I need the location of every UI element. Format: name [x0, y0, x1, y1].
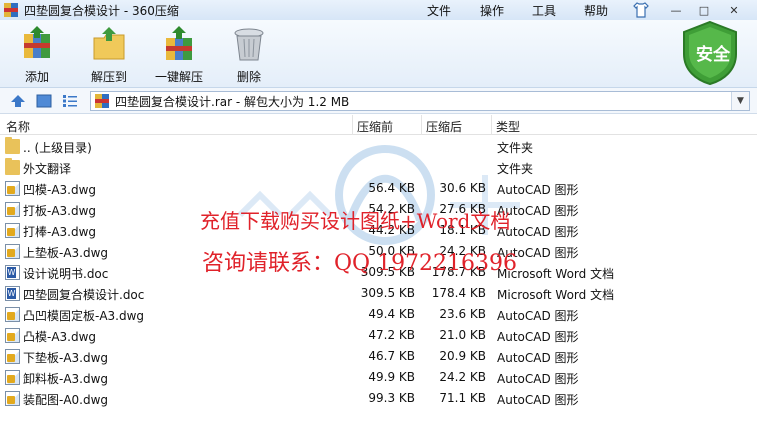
close-button[interactable]: ✕ — [724, 2, 744, 18]
file-size-after: 30.6 KB — [439, 181, 486, 195]
file-name: 卸料板-A3.dwg — [23, 372, 109, 386]
file-name: 凹模-A3.dwg — [23, 183, 97, 197]
dwg-file-icon — [5, 244, 20, 259]
file-type: AutoCAD 图形 — [497, 309, 579, 323]
file-type: AutoCAD 图形 — [497, 330, 579, 344]
file-size-before: 56.4 KB — [368, 181, 415, 195]
file-row[interactable]: 四垫圆复合模设计.doc 309.5 KB 178.4 KB Microsoft Wo… — [0, 283, 757, 304]
security-badge-text: 安全 — [696, 45, 730, 65]
dwg-file-icon — [5, 181, 20, 196]
file-size-after: 24.2 KB — [439, 370, 486, 384]
menu-tools[interactable]: 工具 — [532, 0, 556, 20]
doc-file-icon — [5, 265, 20, 280]
file-size-before: 99.3 KB — [368, 391, 415, 405]
dwg-file-icon — [5, 349, 20, 364]
address-path: 四垫圆复合模设计.rar - 解包大小为 1.2 MB — [115, 94, 350, 109]
column-name[interactable]: 名称 — [6, 118, 30, 135]
menu-file[interactable]: 文件 — [427, 0, 451, 20]
address-field[interactable]: 四垫圆复合模设计.rar - 解包大小为 1.2 MB ▼ — [90, 91, 750, 111]
one-click-extract-button[interactable]: 一键解压 — [155, 26, 203, 85]
extract-folder-icon — [93, 27, 125, 60]
add-label: 添加 — [24, 70, 49, 84]
minimize-button[interactable]: — — [666, 2, 686, 18]
file-size-after: 23.6 KB — [439, 307, 486, 321]
rar-archive-icon — [95, 94, 109, 108]
dwg-file-icon — [5, 307, 20, 322]
add-archive-icon — [24, 26, 50, 58]
file-row[interactable]: 装配图-A0.dwg 99.3 KB 71.1 KB AutoCAD 图形 — [0, 388, 757, 409]
file-name: 上垫板-A3.dwg — [23, 246, 109, 260]
one-click-extract-label: 一键解压 — [155, 70, 204, 84]
delete-button[interactable]: 删除 — [232, 26, 266, 85]
trash-can-icon — [234, 28, 264, 61]
folder-icon — [5, 158, 20, 175]
menu-operate[interactable]: 操作 — [480, 0, 504, 20]
address-dropdown-button[interactable]: ▼ — [731, 92, 749, 110]
dwg-file-icon — [5, 370, 20, 385]
watermark-line-2: 咨询请联系：QQ 1972216396 — [202, 251, 518, 276]
file-size-before: 46.7 KB — [368, 349, 415, 363]
file-name: 打板-A3.dwg — [23, 204, 97, 218]
file-size-before: 309.5 KB — [360, 286, 415, 300]
window-title: 四垫圆复合模设计 - 360压缩 — [24, 3, 179, 18]
file-size-after: 21.0 KB — [439, 328, 486, 342]
file-type: 文件夹 — [497, 141, 534, 155]
file-row[interactable]: .. (上级目录) 文件夹 — [0, 136, 757, 157]
dwg-file-icon — [5, 202, 20, 217]
file-name: 设计说明书.doc — [23, 267, 109, 281]
menu-help[interactable]: 帮助 — [584, 0, 608, 20]
toolbar: 添加 解压到 一键解压 删除 — [0, 20, 757, 88]
file-row[interactable]: 凸凹模固定板-A3.dwg 49.4 KB 23.6 KB AutoCAD 图形 — [0, 304, 757, 325]
file-name: .. (上级目录) — [23, 141, 92, 155]
file-type: Microsoft Word 文档 — [497, 288, 615, 302]
file-row[interactable]: 凸模-A3.dwg 47.2 KB 21.0 KB AutoCAD 图形 — [0, 325, 757, 346]
file-row[interactable]: 卸料板-A3.dwg 49.9 KB 24.2 KB AutoCAD 图形 — [0, 367, 757, 388]
file-size-after: 20.9 KB — [439, 349, 486, 363]
file-name: 凸模-A3.dwg — [23, 330, 97, 344]
archive-app-icon — [4, 3, 18, 17]
up-arrow-icon[interactable] — [10, 94, 26, 108]
file-row[interactable]: 凹模-A3.dwg 56.4 KB 30.6 KB AutoCAD 图形 — [0, 178, 757, 199]
extract-to-button[interactable]: 解压到 — [91, 26, 127, 85]
file-size-before: 49.9 KB — [368, 370, 415, 384]
file-size-before: 47.2 KB — [368, 328, 415, 342]
folder-icon — [5, 137, 20, 154]
dwg-file-icon — [5, 223, 20, 238]
list-view-icon[interactable] — [62, 94, 78, 108]
file-type: AutoCAD 图形 — [497, 183, 579, 197]
file-type: 文件夹 — [497, 162, 534, 176]
file-size-before: 49.4 KB — [368, 307, 415, 321]
large-icon-view-icon[interactable] — [36, 94, 52, 108]
file-type: AutoCAD 图形 — [497, 372, 579, 386]
file-name: 凸凹模固定板-A3.dwg — [23, 309, 145, 323]
file-name: 装配图-A0.dwg — [23, 393, 109, 407]
file-size-after: 178.4 KB — [431, 286, 486, 300]
file-type: AutoCAD 图形 — [497, 351, 579, 365]
watermark-line-1: 充值下载购买设计图纸+Word文档 — [200, 209, 511, 233]
file-row[interactable]: 下垫板-A3.dwg 46.7 KB 20.9 KB AutoCAD 图形 — [0, 346, 757, 367]
file-name: 打棒-A3.dwg — [23, 225, 97, 239]
skin-shirt-icon[interactable] — [632, 1, 650, 19]
extract-to-label: 解压到 — [91, 70, 128, 84]
file-row[interactable]: 外文翻译 文件夹 — [0, 157, 757, 178]
address-bar: 四垫圆复合模设计.rar - 解包大小为 1.2 MB ▼ — [0, 88, 757, 114]
add-button[interactable]: 添加 — [20, 26, 54, 85]
file-size-after: 71.1 KB — [439, 391, 486, 405]
dwg-file-icon — [5, 328, 20, 343]
file-type: AutoCAD 图形 — [497, 393, 579, 407]
delete-label: 删除 — [236, 70, 261, 84]
file-name: 外文翻译 — [23, 162, 72, 176]
file-name: 下垫板-A3.dwg — [23, 351, 109, 365]
dwg-file-icon — [5, 391, 20, 406]
maximize-button[interactable]: □ — [694, 2, 714, 18]
one-click-extract-icon — [166, 26, 192, 60]
doc-file-icon — [5, 286, 20, 301]
file-name: 四垫圆复合模设计.doc — [23, 288, 145, 302]
